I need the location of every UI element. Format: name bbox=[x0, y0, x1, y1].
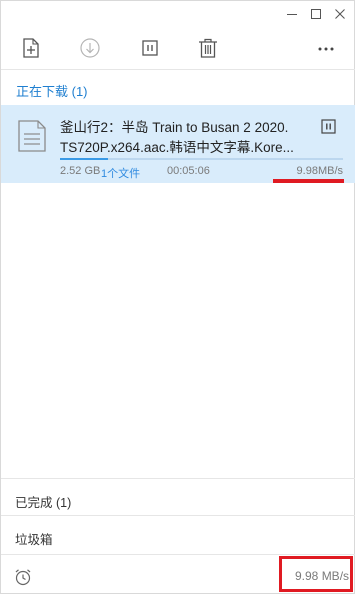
footer-divider bbox=[1, 554, 355, 555]
download-icon bbox=[80, 38, 100, 58]
minimize-button[interactable] bbox=[283, 5, 301, 23]
speed-highlight-box bbox=[279, 556, 353, 592]
task-speed: 9.98MB/s bbox=[296, 165, 343, 177]
toolbar bbox=[1, 35, 355, 65]
task-filename-line2: TS720P.x264.aac.韩语中文字幕.Kore... bbox=[60, 140, 294, 155]
new-task-button[interactable] bbox=[17, 35, 43, 61]
alarm-clock-icon bbox=[15, 569, 31, 586]
delete-button[interactable] bbox=[195, 35, 221, 61]
task-elapsed-time: 00:05:06 bbox=[167, 165, 210, 177]
close-icon bbox=[335, 9, 345, 19]
completed-category[interactable]: 已完成 (1) bbox=[15, 492, 71, 511]
scheduled-task-button[interactable] bbox=[14, 568, 32, 591]
task-pause-button[interactable] bbox=[320, 118, 338, 141]
download-task-row[interactable]: 釜山行2：半岛 Train to Busan 2 2020. TS720P.x2… bbox=[1, 105, 355, 183]
pause-all-button[interactable] bbox=[137, 35, 163, 61]
task-progress-bar bbox=[60, 158, 343, 160]
pause-icon bbox=[142, 40, 158, 56]
trash-divider bbox=[1, 515, 355, 516]
maximize-icon bbox=[311, 9, 321, 19]
more-button[interactable] bbox=[313, 35, 339, 61]
download-manager-window: 正在下载 (1) 釜山行2：半岛 Train to Busan 2 2020. … bbox=[0, 0, 355, 594]
task-filename: 釜山行2：半岛 Train to Busan 2 2020. TS720P.x2… bbox=[60, 118, 296, 158]
task-filename-line1: 釜山行2：半岛 Train to Busan 2 2020. bbox=[60, 120, 289, 135]
task-file-count-link[interactable]: 1个文件 bbox=[101, 165, 140, 181]
task-progress-fill bbox=[60, 158, 109, 160]
completed-divider bbox=[1, 478, 355, 479]
downloading-section-title[interactable]: 正在下载 (1) bbox=[16, 81, 88, 100]
file-icon bbox=[17, 119, 47, 158]
trash-category[interactable]: 垃圾箱 bbox=[15, 529, 53, 548]
task-size: 2.52 GB bbox=[60, 165, 101, 177]
close-button[interactable] bbox=[331, 5, 349, 23]
pause-icon bbox=[321, 119, 336, 134]
minimize-icon bbox=[287, 14, 297, 15]
delete-icon bbox=[199, 38, 217, 58]
new-task-icon bbox=[23, 38, 39, 58]
toolbar-divider bbox=[1, 69, 355, 70]
start-download-button[interactable] bbox=[77, 35, 103, 61]
maximize-button[interactable] bbox=[307, 5, 325, 23]
more-icon bbox=[318, 47, 334, 51]
speed-highlight-underline bbox=[273, 179, 344, 183]
